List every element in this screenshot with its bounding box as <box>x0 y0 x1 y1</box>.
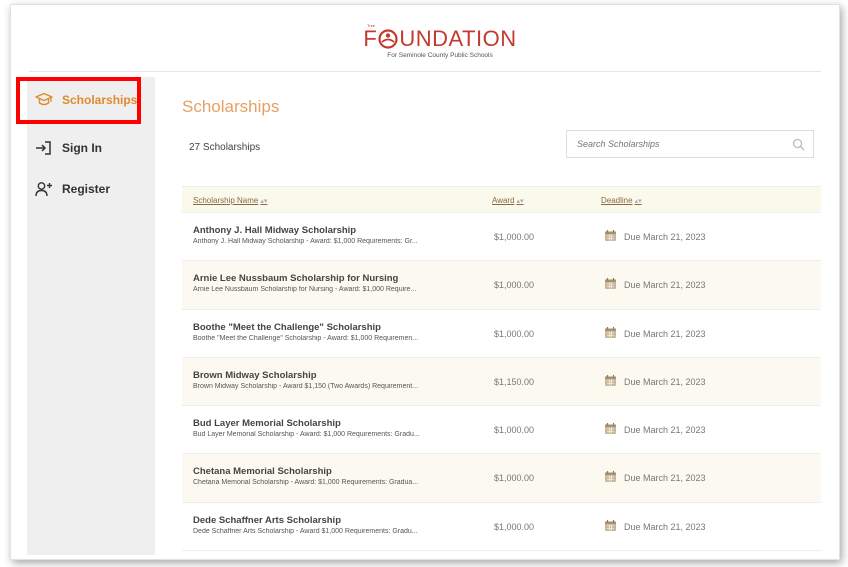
calendar-icon <box>604 326 617 339</box>
scholarship-name[interactable]: Boothe "Meet the Challenge" Scholarship <box>193 322 381 333</box>
scholarship-description: Boothe "Meet the Challenge" Scholarship … <box>193 334 419 342</box>
column-header-deadline[interactable]: Deadline ▴▾ <box>601 196 642 205</box>
logo-word-left: F <box>363 26 378 51</box>
scholarship-name[interactable]: Anthony J. Hall Midway Scholarship <box>193 225 356 236</box>
page-title: Scholarships <box>182 97 280 116</box>
sidebar-item-label: Sign In <box>62 141 102 155</box>
column-header-label: Deadline <box>601 196 633 205</box>
calendar-icon <box>604 422 617 435</box>
scholarship-description: Chetana Memorial Scholarship - Award: $1… <box>193 479 419 487</box>
header-divider <box>29 71 821 72</box>
scholarship-name[interactable]: Chetana Memorial Scholarship <box>193 466 332 477</box>
column-header-label: Award <box>492 196 515 205</box>
scholarship-deadline: Due March 21, 2023 <box>624 328 706 339</box>
logo-top-text: Tree <box>367 23 376 28</box>
scholarship-description: Bud Layer Memorial Scholarship - Award: … <box>193 431 420 439</box>
calendar-icon <box>604 470 617 483</box>
search-icon[interactable] <box>792 138 805 151</box>
scholarship-description: Dede Schaffner Arts Scholarship - Award … <box>193 527 418 535</box>
search-box[interactable] <box>566 130 814 158</box>
scholarship-description: Arnie Lee Nussbaum Scholarship for Nursi… <box>193 286 417 294</box>
logo-subtitle: For Seminole County Public Schools <box>387 52 493 59</box>
column-header-label: Scholarship Name <box>193 196 259 205</box>
scholarship-award: $1,000.00 <box>494 232 535 242</box>
column-header-name[interactable]: Scholarship Name ▴▾ <box>193 196 267 205</box>
site-header: Tree F UNDATION For Seminole County Publ… <box>11 5 839 73</box>
scholarship-table: Scholarship Name ▴▾ Award ▴▾ Deadline ▴▾ An… <box>182 186 821 552</box>
scholarship-award: $1,000.00 <box>494 425 535 436</box>
scholarship-count: 27 Scholarships <box>189 142 261 153</box>
logo-word-right: UNDATION <box>399 26 517 51</box>
sidebar: Scholarships Sign In Register <box>27 77 155 555</box>
scholarship-deadline: Due March 21, 2023 <box>624 521 706 532</box>
scholarship-award: $1,000.00 <box>494 521 535 532</box>
table-row[interactable]: Bud Layer Memorial Scholarship Bud Layer… <box>182 406 821 455</box>
sidebar-item-scholarships[interactable]: Scholarships <box>27 83 155 117</box>
scholarship-award: $1,150.00 <box>494 376 535 387</box>
scholarship-award: $1,000.00 <box>494 280 535 291</box>
scholarship-deadline: Due March 21, 2023 <box>624 232 706 242</box>
sidebar-item-register[interactable]: Register <box>27 172 155 206</box>
scholarship-deadline: Due March 21, 2023 <box>624 425 706 436</box>
sidebar-item-sign-in[interactable]: Sign In <box>27 131 155 165</box>
scholarship-award: $1,000.00 <box>494 473 535 484</box>
sidebar-item-label: Register <box>62 182 111 196</box>
scholarship-deadline: Due March 21, 2023 <box>624 376 706 387</box>
logo-emblem-icon <box>378 29 398 49</box>
sidebar-item-label: Scholarships <box>62 93 138 107</box>
table-row[interactable]: Chetana Memorial Scholarship Chetana Mem… <box>182 454 821 503</box>
scholarship-deadline: Due March 21, 2023 <box>624 280 706 291</box>
sort-icon: ▴▾ <box>516 198 524 205</box>
foundation-logo[interactable]: Tree F UNDATION For Seminole County Publ… <box>355 23 525 59</box>
scholarship-award: $1,000.00 <box>494 328 535 339</box>
column-header-award[interactable]: Award ▴▾ <box>492 196 524 205</box>
graduation-cap-icon <box>35 91 53 109</box>
scholarship-name[interactable]: Arnie Lee Nussbaum Scholarship for Nursi… <box>193 273 398 284</box>
scholarship-name[interactable]: Dede Schaffner Arts Scholarship <box>193 515 341 526</box>
table-row[interactable]: Brown Midway Scholarship Brown Midway Sc… <box>182 357 821 407</box>
scholarship-description: Brown Midway Scholarship - Award $1,150 … <box>193 382 419 390</box>
table-row[interactable]: Anthony J. Hall Midway Scholarship Antho… <box>182 213 821 262</box>
table-row[interactable]: Arnie Lee Nussbaum Scholarship for Nursi… <box>182 261 821 310</box>
calendar-icon <box>604 229 617 242</box>
calendar-icon <box>604 519 617 532</box>
search-input[interactable] <box>577 139 777 149</box>
scholarship-name[interactable]: Bud Layer Memorial Scholarship <box>193 418 341 429</box>
add-user-icon <box>35 180 53 198</box>
sort-icon: ▴▾ <box>634 198 642 205</box>
sort-icon: ▴▾ <box>260 198 268 205</box>
browser-frame: Tree F UNDATION For Seminole County Publ… <box>10 4 840 560</box>
scholarship-description: Anthony J. Hall Midway Scholarship - Awa… <box>193 238 418 245</box>
sign-in-icon <box>35 139 53 157</box>
table-header: Scholarship Name ▴▾ Award ▴▾ Deadline ▴▾ <box>182 186 821 213</box>
scholarship-name[interactable]: Brown Midway Scholarship <box>193 370 317 381</box>
logo-wordmark: F UNDATION <box>355 27 525 51</box>
calendar-icon <box>604 277 617 290</box>
table-row[interactable]: Boothe "Meet the Challenge" Scholarship … <box>182 309 821 358</box>
scholarship-deadline: Due March 21, 2023 <box>624 473 706 484</box>
table-row[interactable]: Dede Schaffner Arts Scholarship Dede Sch… <box>182 502 821 552</box>
calendar-icon <box>604 374 617 387</box>
